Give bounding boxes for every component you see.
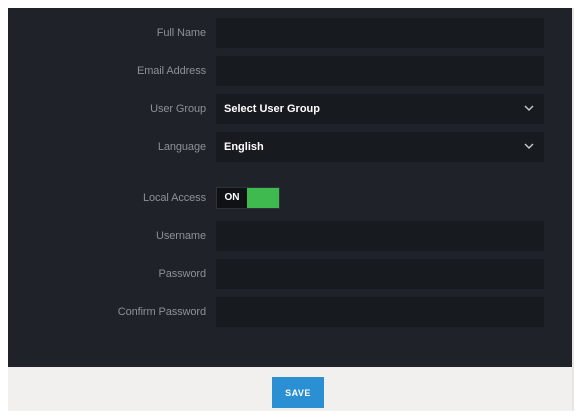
password-row: Password [8, 259, 572, 289]
full-name-label: Full Name [156, 27, 206, 39]
username-label: Username [156, 230, 206, 242]
toggle-state-label: ON [217, 188, 247, 208]
local-access-label: Local Access [142, 192, 206, 204]
language-label: Language [157, 141, 206, 153]
username-input[interactable] [216, 221, 544, 251]
chevron-down-icon [524, 143, 534, 149]
language-selected: English [224, 141, 264, 153]
confirm-password-input[interactable] [216, 297, 544, 327]
password-input[interactable] [216, 259, 544, 289]
language-select[interactable]: English [216, 132, 544, 162]
username-row: Username [8, 221, 572, 251]
email-input[interactable] [216, 56, 544, 86]
local-access-row: Local Access ON [8, 183, 572, 213]
full-name-row: Full Name [8, 18, 572, 48]
email-row: Email Address [8, 56, 572, 86]
password-label: Password [158, 268, 207, 280]
local-access-toggle[interactable]: ON [216, 187, 280, 209]
user-group-label: User Group [150, 103, 206, 115]
full-name-input[interactable] [216, 18, 544, 48]
confirm-password-row: Confirm Password [8, 297, 572, 327]
user-group-row: User Group Select User Group [8, 94, 572, 124]
save-button[interactable]: SAVE [272, 377, 324, 408]
chevron-down-icon [524, 105, 534, 111]
language-row: Language English [8, 132, 572, 162]
user-group-selected: Select User Group [224, 103, 320, 115]
form-area: Full Name Email Address User Group Selec… [8, 8, 572, 367]
user-form-panel: Full Name Email Address User Group Selec… [8, 8, 574, 411]
toggle-knob [247, 188, 279, 208]
user-group-select[interactable]: Select User Group [216, 94, 544, 124]
confirm-password-label: Confirm Password [117, 306, 206, 318]
email-label: Email Address [136, 65, 206, 77]
